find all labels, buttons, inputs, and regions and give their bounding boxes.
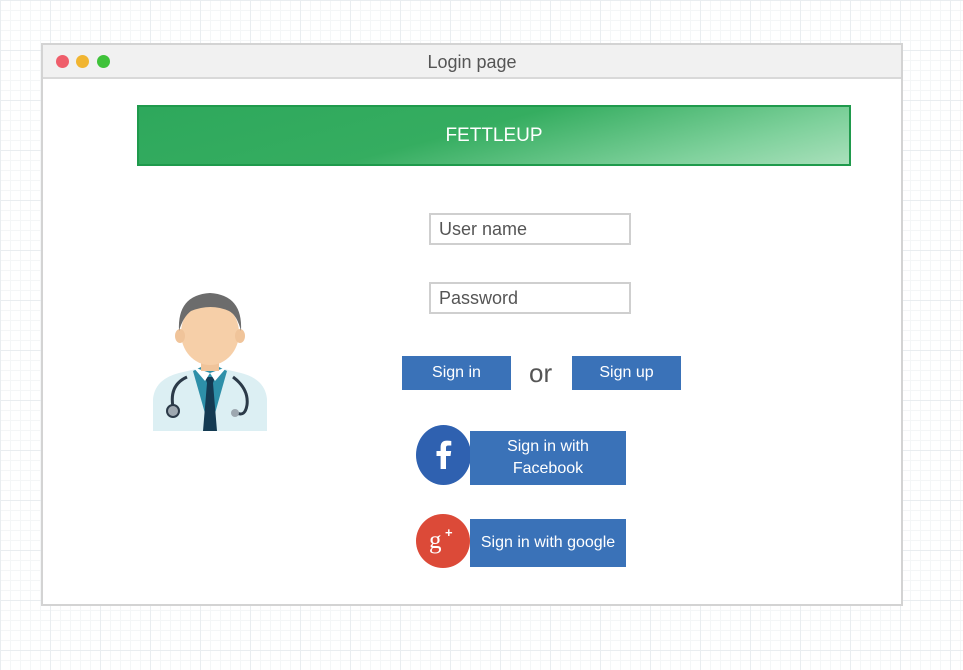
username-input[interactable] bbox=[429, 213, 631, 245]
sign-in-button[interactable]: Sign in bbox=[402, 356, 511, 390]
brand-banner: FETTLEUP bbox=[137, 105, 851, 166]
facebook-sign-in-button[interactable]: Sign in with Facebook bbox=[470, 431, 626, 485]
google-plus-icon[interactable]: g + bbox=[416, 514, 470, 568]
browser-window: Login page FETTLEUP User name Sign in or… bbox=[41, 43, 903, 606]
sign-up-button[interactable]: Sign up bbox=[572, 356, 681, 390]
window-title: Login page bbox=[427, 52, 517, 72]
or-separator: or bbox=[529, 358, 553, 388]
facebook-icon[interactable] bbox=[416, 425, 471, 485]
svg-text:g: g bbox=[429, 527, 442, 554]
password-input[interactable] bbox=[429, 282, 631, 314]
doctor-avatar-icon bbox=[149, 281, 271, 433]
svg-text:+: + bbox=[445, 525, 453, 540]
window-titlebar: Login page bbox=[43, 45, 901, 79]
google-sign-in-button[interactable]: Sign in with google bbox=[470, 519, 626, 567]
